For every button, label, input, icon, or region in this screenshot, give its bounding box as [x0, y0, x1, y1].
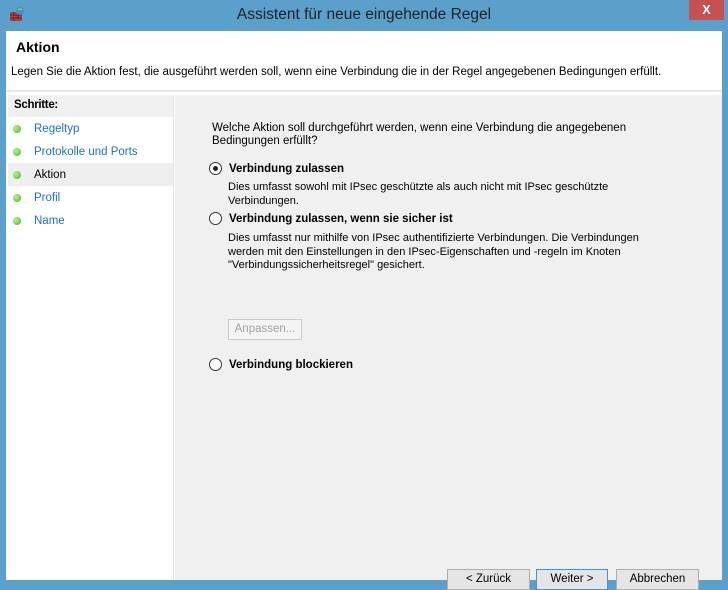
- next-button[interactable]: Weiter >: [536, 569, 608, 590]
- step-label: Name: [34, 214, 65, 227]
- status-dot-icon: [13, 170, 21, 179]
- option-allow[interactable]: Verbindung zulassen: [209, 162, 344, 175]
- customize-button[interactable]: Anpassen...: [228, 319, 302, 340]
- step-name[interactable]: Name: [8, 209, 173, 232]
- status-dot-icon: [13, 216, 21, 225]
- wizard-header: Aktion Legen Sie die Aktion fest, die au…: [6, 31, 722, 92]
- status-dot-icon: [13, 147, 21, 156]
- status-dot-icon: [13, 124, 21, 133]
- option-label: Verbindung blockieren: [229, 358, 353, 371]
- step-aktion[interactable]: Aktion: [8, 163, 173, 186]
- status-dot-icon: [13, 193, 21, 202]
- step-label: Aktion: [34, 168, 66, 181]
- radio-allow-secure[interactable]: [209, 212, 222, 225]
- step-profil[interactable]: Profil: [8, 186, 173, 209]
- title-bar: Assistent für neue eingehende Regel X: [0, 0, 728, 31]
- step-label: Profil: [34, 191, 61, 204]
- radio-allow[interactable]: [209, 162, 222, 175]
- steps-heading: Schritte:: [8, 95, 173, 117]
- step-protokolle[interactable]: Protokolle und Ports: [8, 140, 173, 163]
- option-label: Verbindung zulassen, wenn sie sicher ist: [229, 212, 453, 225]
- question-text: Welche Aktion soll durchgeführt werden, …: [212, 122, 627, 147]
- wizard-client: Aktion Legen Sie die Aktion fest, die au…: [6, 31, 722, 590]
- option-allow-secure-description: Dies umfasst nur mithilfe von IPsec auth…: [228, 232, 639, 271]
- radio-block[interactable]: [209, 358, 222, 371]
- option-allow-description: Dies umfasst sowohl mit IPsec geschützte…: [228, 181, 609, 207]
- cancel-button[interactable]: Abbrechen: [616, 569, 699, 590]
- steps-sidebar: Schritte: Regeltyp Protokolle und Ports …: [8, 95, 174, 580]
- page-title: Aktion: [16, 39, 60, 55]
- close-button[interactable]: X: [689, 0, 724, 20]
- main-panel: Welche Aktion soll durchgeführt werden, …: [175, 95, 722, 590]
- step-regeltyp[interactable]: Regeltyp: [8, 117, 173, 140]
- window-title: Assistent für neue eingehende Regel: [236, 6, 492, 23]
- page-description: Legen Sie die Aktion fest, die ausgeführ…: [11, 66, 662, 78]
- option-block[interactable]: Verbindung blockieren: [209, 358, 353, 371]
- back-button[interactable]: < Zurück: [447, 569, 530, 590]
- step-label: Regeltyp: [34, 122, 80, 135]
- option-label: Verbindung zulassen: [229, 162, 345, 175]
- step-label: Protokolle und Ports: [34, 145, 138, 158]
- option-allow-secure[interactable]: Verbindung zulassen, wenn sie sicher ist: [209, 212, 453, 225]
